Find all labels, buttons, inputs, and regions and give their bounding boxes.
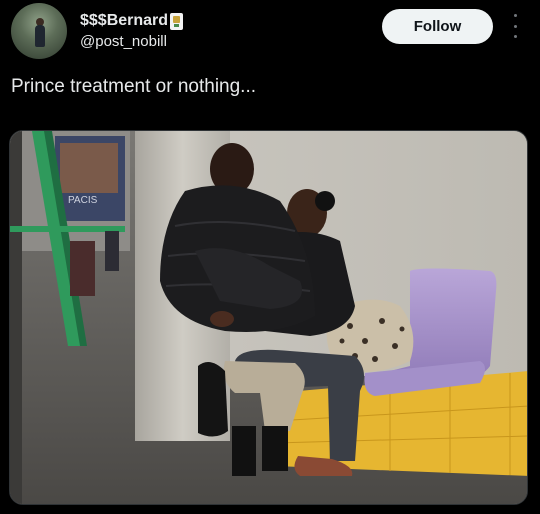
avatar[interactable] [11, 3, 67, 59]
distant-person [105, 231, 119, 271]
man-boot [232, 426, 256, 476]
tweet-text: Prince treatment or nothing... [11, 76, 257, 97]
dot [513, 14, 517, 17]
poster-text: PACIS [68, 195, 98, 206]
tweet-photo[interactable]: PACIS [9, 130, 528, 505]
left-edge [10, 131, 22, 504]
floor-bag [198, 362, 228, 437]
distant-person [70, 241, 95, 296]
display-name[interactable]: $$$Bernard [80, 12, 168, 30]
author-name-row[interactable]: $$$Bernard [80, 12, 184, 30]
follow-button[interactable]: Follow [382, 9, 493, 44]
emoji-badge-icon [170, 12, 184, 30]
dot [513, 35, 517, 38]
woman-hair-bun [315, 191, 335, 211]
photo-scene: PACIS [10, 131, 527, 504]
avatar-figure [35, 25, 45, 47]
man-boot [262, 426, 288, 471]
poster-image [60, 143, 118, 193]
dot [513, 24, 517, 28]
more-vertical-icon[interactable] [509, 14, 521, 38]
author-handle[interactable]: @post_nobill [80, 33, 167, 50]
man-hand [210, 311, 234, 327]
